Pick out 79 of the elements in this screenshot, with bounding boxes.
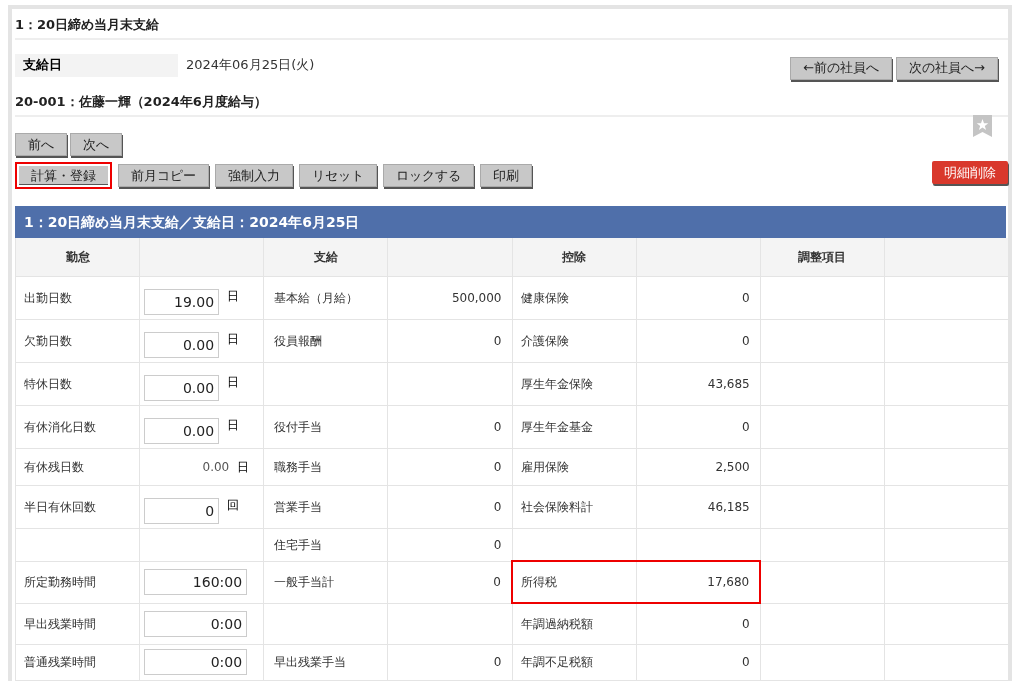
action-button[interactable]: 前月コピー (118, 164, 209, 187)
time-field[interactable]: 0:00 (144, 610, 248, 637)
deduction-amount: 0 (742, 290, 750, 305)
employee-heading: 20-001：佐藤一輝（2024年6月度給与） (15, 92, 267, 111)
pay-item-label: 営業手当 (274, 499, 323, 514)
pay-amount: 0 (493, 655, 502, 669)
deduction-amount: 46,185 (707, 499, 750, 514)
employee-nav-button[interactable]: ←前の社員へ (790, 56, 893, 80)
unit-label: 日 (227, 416, 240, 434)
deduction-amount: 0 (742, 655, 750, 669)
column-header: 調整項目 (798, 249, 847, 264)
attendance-label: 普通残業時間 (24, 655, 96, 669)
unit-label: 回 (227, 496, 240, 514)
attendance-label: 特休日数 (24, 376, 72, 391)
pay-amount: 0 (493, 537, 502, 552)
column-header: 勤怠 (65, 249, 90, 264)
pay-item-label: 基本給（月給） (274, 290, 359, 305)
action-button[interactable]: 強制入力 (215, 164, 293, 187)
time-field[interactable]: 160:00 (144, 569, 248, 595)
column-header: 支給 (313, 249, 338, 264)
pay-amount: 0 (493, 499, 502, 514)
table-title-bar: 1：20日締め当月末支給／支給日：2024年6月25日 (15, 206, 1006, 238)
deduction-label: 健康保険 (520, 290, 569, 305)
deduction-label: 厚生年金保険 (520, 376, 593, 391)
attendance-label: 欠勤日数 (24, 333, 72, 348)
unit-label: 日 (237, 458, 250, 476)
deduction-label: 厚生年金基金 (520, 419, 593, 434)
time-field[interactable]: 0:00 (144, 649, 248, 675)
deduction-label: 年調過納税額 (520, 616, 593, 631)
pay-item-label: 住宅手当 (274, 537, 323, 552)
value-text: 0.00 (202, 458, 230, 476)
action-button[interactable]: 印刷 (480, 164, 532, 187)
deduction-amount: 0 (742, 419, 750, 434)
number-field[interactable]: 0.00 (144, 417, 220, 444)
attendance-label: 所定勤務時間 (24, 575, 96, 589)
pay-amount: 500,000 (451, 290, 502, 305)
attendance-label: 有休残日数 (24, 459, 84, 474)
page-nav-button[interactable]: 次へ (70, 133, 122, 156)
attendance-label: 早出残業時間 (24, 616, 96, 631)
action-button[interactable]: 計算・登録 (15, 162, 112, 189)
number-field[interactable]: 19.00 (144, 288, 220, 315)
number-field[interactable]: 0.00 (144, 374, 220, 401)
unit-label: 日 (227, 287, 240, 305)
deduction-amount: 0 (742, 616, 750, 631)
pay-item-label: 役付手当 (274, 419, 323, 434)
action-button[interactable]: ロックする (383, 164, 474, 187)
page-title: 1：20日締め当月末支給 (15, 15, 160, 34)
deduction-amount: 2,500 (715, 459, 750, 474)
deduction-amount: 0 (742, 333, 750, 348)
employee-nav-button[interactable]: 次の社員へ→ (896, 56, 998, 80)
bookmark-star-icon[interactable] (973, 115, 992, 137)
deduction-amount: 17,680 (707, 575, 750, 589)
column-header: 控除 (562, 249, 587, 264)
pay-amount: 0 (493, 419, 502, 434)
pay-item-label: 役員報酬 (274, 333, 323, 348)
pay-item-label: 一般手当計 (274, 575, 335, 589)
deduction-label: 雇用保険 (520, 459, 569, 474)
deduction-label: 介護保険 (520, 333, 569, 348)
deduction-amount: 43,685 (707, 376, 750, 391)
attendance-label: 出勤日数 (24, 290, 72, 305)
unit-label: 日 (227, 373, 240, 391)
attendance-label: 半日有休回数 (24, 499, 96, 514)
deduction-label: 年調不足税額 (520, 655, 593, 669)
field-label: 支給日 (15, 53, 178, 77)
page-nav-button[interactable]: 前へ (15, 133, 67, 156)
pay-amount: 0 (493, 575, 501, 589)
pay-item-label: 早出残業手当 (274, 655, 347, 669)
attendance-label: 有休消化日数 (24, 419, 96, 434)
delete-button[interactable]: 明細削除 (932, 161, 1008, 184)
pay-amount: 0 (493, 333, 502, 348)
number-field[interactable]: 0 (144, 497, 220, 524)
number-field[interactable]: 0.00 (144, 331, 220, 358)
deduction-label: 社会保険料計 (520, 499, 593, 514)
pay-date-value: 2024年06月25日(火) (185, 56, 315, 75)
pay-amount: 0 (493, 459, 502, 474)
action-button[interactable]: リセット (299, 164, 377, 187)
deduction-label: 所得税 (521, 575, 557, 589)
unit-label: 日 (227, 330, 240, 348)
pay-item-label: 職務手当 (274, 459, 323, 474)
